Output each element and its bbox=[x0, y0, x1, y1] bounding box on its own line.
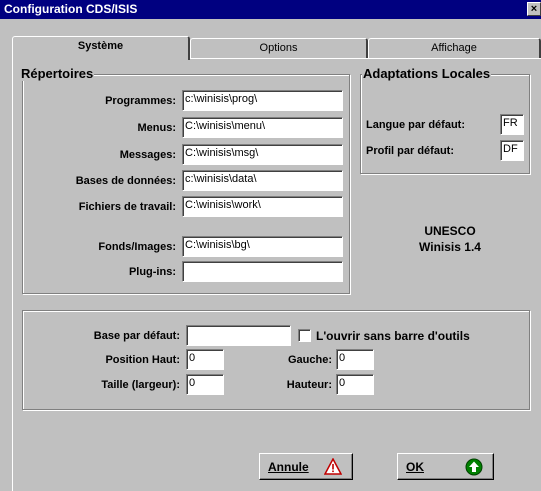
plug-ins-label: Plug-ins: bbox=[128, 266, 176, 278]
fonds-images-label: Fonds/Images: bbox=[98, 241, 176, 253]
hauteur-label: Hauteur: bbox=[286, 379, 332, 391]
langue-input[interactable]: FR bbox=[500, 114, 524, 135]
fichiers-travail-label: Fichiers de travail: bbox=[78, 201, 176, 213]
messages-input[interactable]: C:\winisis\msg\ bbox=[182, 144, 343, 165]
title-bar: Configuration CDS/ISIS × bbox=[0, 0, 541, 19]
menus-label: Menus: bbox=[137, 122, 177, 134]
profil-input[interactable]: DF bbox=[500, 140, 524, 161]
tab-options-label: Options bbox=[259, 42, 298, 54]
ok-button[interactable]: OK bbox=[397, 453, 494, 480]
ok-button-label: OK bbox=[406, 460, 424, 474]
sans-barre-outils-label: L'ouvrir sans barre d'outils bbox=[316, 329, 470, 343]
gauche-input[interactable]: 0 bbox=[336, 349, 374, 370]
version-label: Winisis 1.4 bbox=[419, 240, 481, 254]
annule-button[interactable]: Annule bbox=[259, 453, 353, 480]
base-defaut-input[interactable] bbox=[186, 325, 291, 346]
close-icon: × bbox=[530, 3, 538, 15]
sans-barre-outils-checkbox[interactable] bbox=[298, 329, 311, 342]
hauteur-input[interactable]: 0 bbox=[336, 374, 374, 395]
tab-systeme[interactable]: Système bbox=[12, 36, 190, 60]
menus-input[interactable]: C:\winisis\menu\ bbox=[182, 117, 343, 138]
warning-triangle-icon bbox=[323, 457, 343, 478]
position-haut-input[interactable]: 0 bbox=[186, 349, 224, 370]
close-button[interactable]: × bbox=[527, 2, 541, 16]
taille-largeur-input[interactable]: 0 bbox=[186, 374, 224, 395]
bases-donnees-input[interactable]: c:\winisis\data\ bbox=[182, 170, 343, 191]
fichiers-travail-input[interactable]: C:\winisis\work\ bbox=[182, 196, 343, 217]
bases-donnees-label: Bases de données: bbox=[75, 175, 176, 187]
annule-button-label: Annule bbox=[268, 460, 309, 474]
messages-label: Messages: bbox=[119, 149, 176, 161]
fonds-images-input[interactable]: C:\winisis\bg\ bbox=[182, 236, 343, 257]
position-haut-label: Position Haut: bbox=[105, 354, 180, 366]
tab-systeme-label: Système bbox=[77, 40, 124, 52]
adaptations-title: Adaptations Locales bbox=[362, 66, 492, 81]
programmes-label: Programmes: bbox=[105, 95, 176, 107]
window-title: Configuration CDS/ISIS bbox=[4, 2, 138, 16]
taille-largeur-label: Taille (largeur): bbox=[101, 379, 180, 391]
repertoires-title: Répertoires bbox=[20, 66, 95, 81]
tab-options[interactable]: Options bbox=[190, 38, 368, 59]
green-arrow-up-icon bbox=[465, 458, 483, 479]
base-defaut-label: Base par défaut: bbox=[93, 330, 180, 342]
gauche-label: Gauche: bbox=[287, 354, 332, 366]
programmes-input[interactable]: c:\winisis\prog\ bbox=[182, 90, 343, 111]
profil-label: Profil par défaut: bbox=[366, 145, 455, 157]
tab-affichage[interactable]: Affichage bbox=[368, 38, 541, 59]
plug-ins-input[interactable] bbox=[182, 261, 343, 282]
org-label: UNESCO bbox=[424, 224, 476, 238]
langue-label: Langue par défaut: bbox=[366, 119, 466, 131]
tab-affichage-label: Affichage bbox=[431, 42, 477, 54]
